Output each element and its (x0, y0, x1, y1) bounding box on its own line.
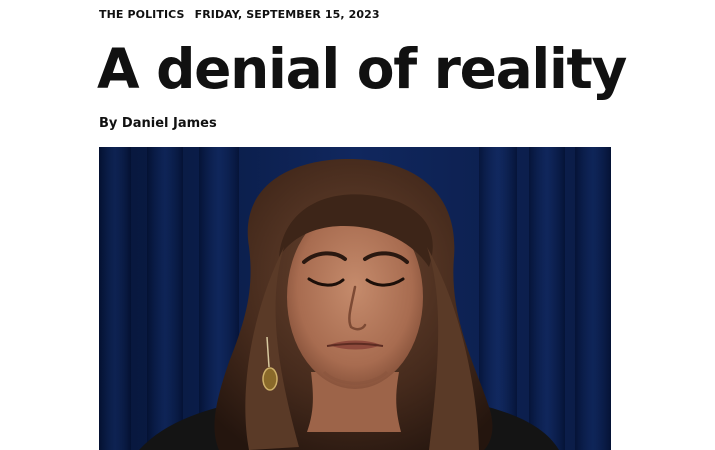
author-link[interactable]: Daniel James (122, 116, 217, 131)
publish-date: FRIDAY, SEPTEMBER 15, 2023 (194, 8, 380, 21)
byline: By Daniel James (99, 116, 217, 132)
hero-image (99, 147, 611, 450)
section-link[interactable]: THE POLITICS (99, 8, 185, 22)
article-headline: A denial of reality (97, 37, 627, 101)
byline-prefix: By (99, 116, 118, 131)
article-meta: THE POLITICS FRIDAY, SEPTEMBER 15, 2023 (99, 8, 380, 22)
hero-illustration (99, 147, 611, 450)
